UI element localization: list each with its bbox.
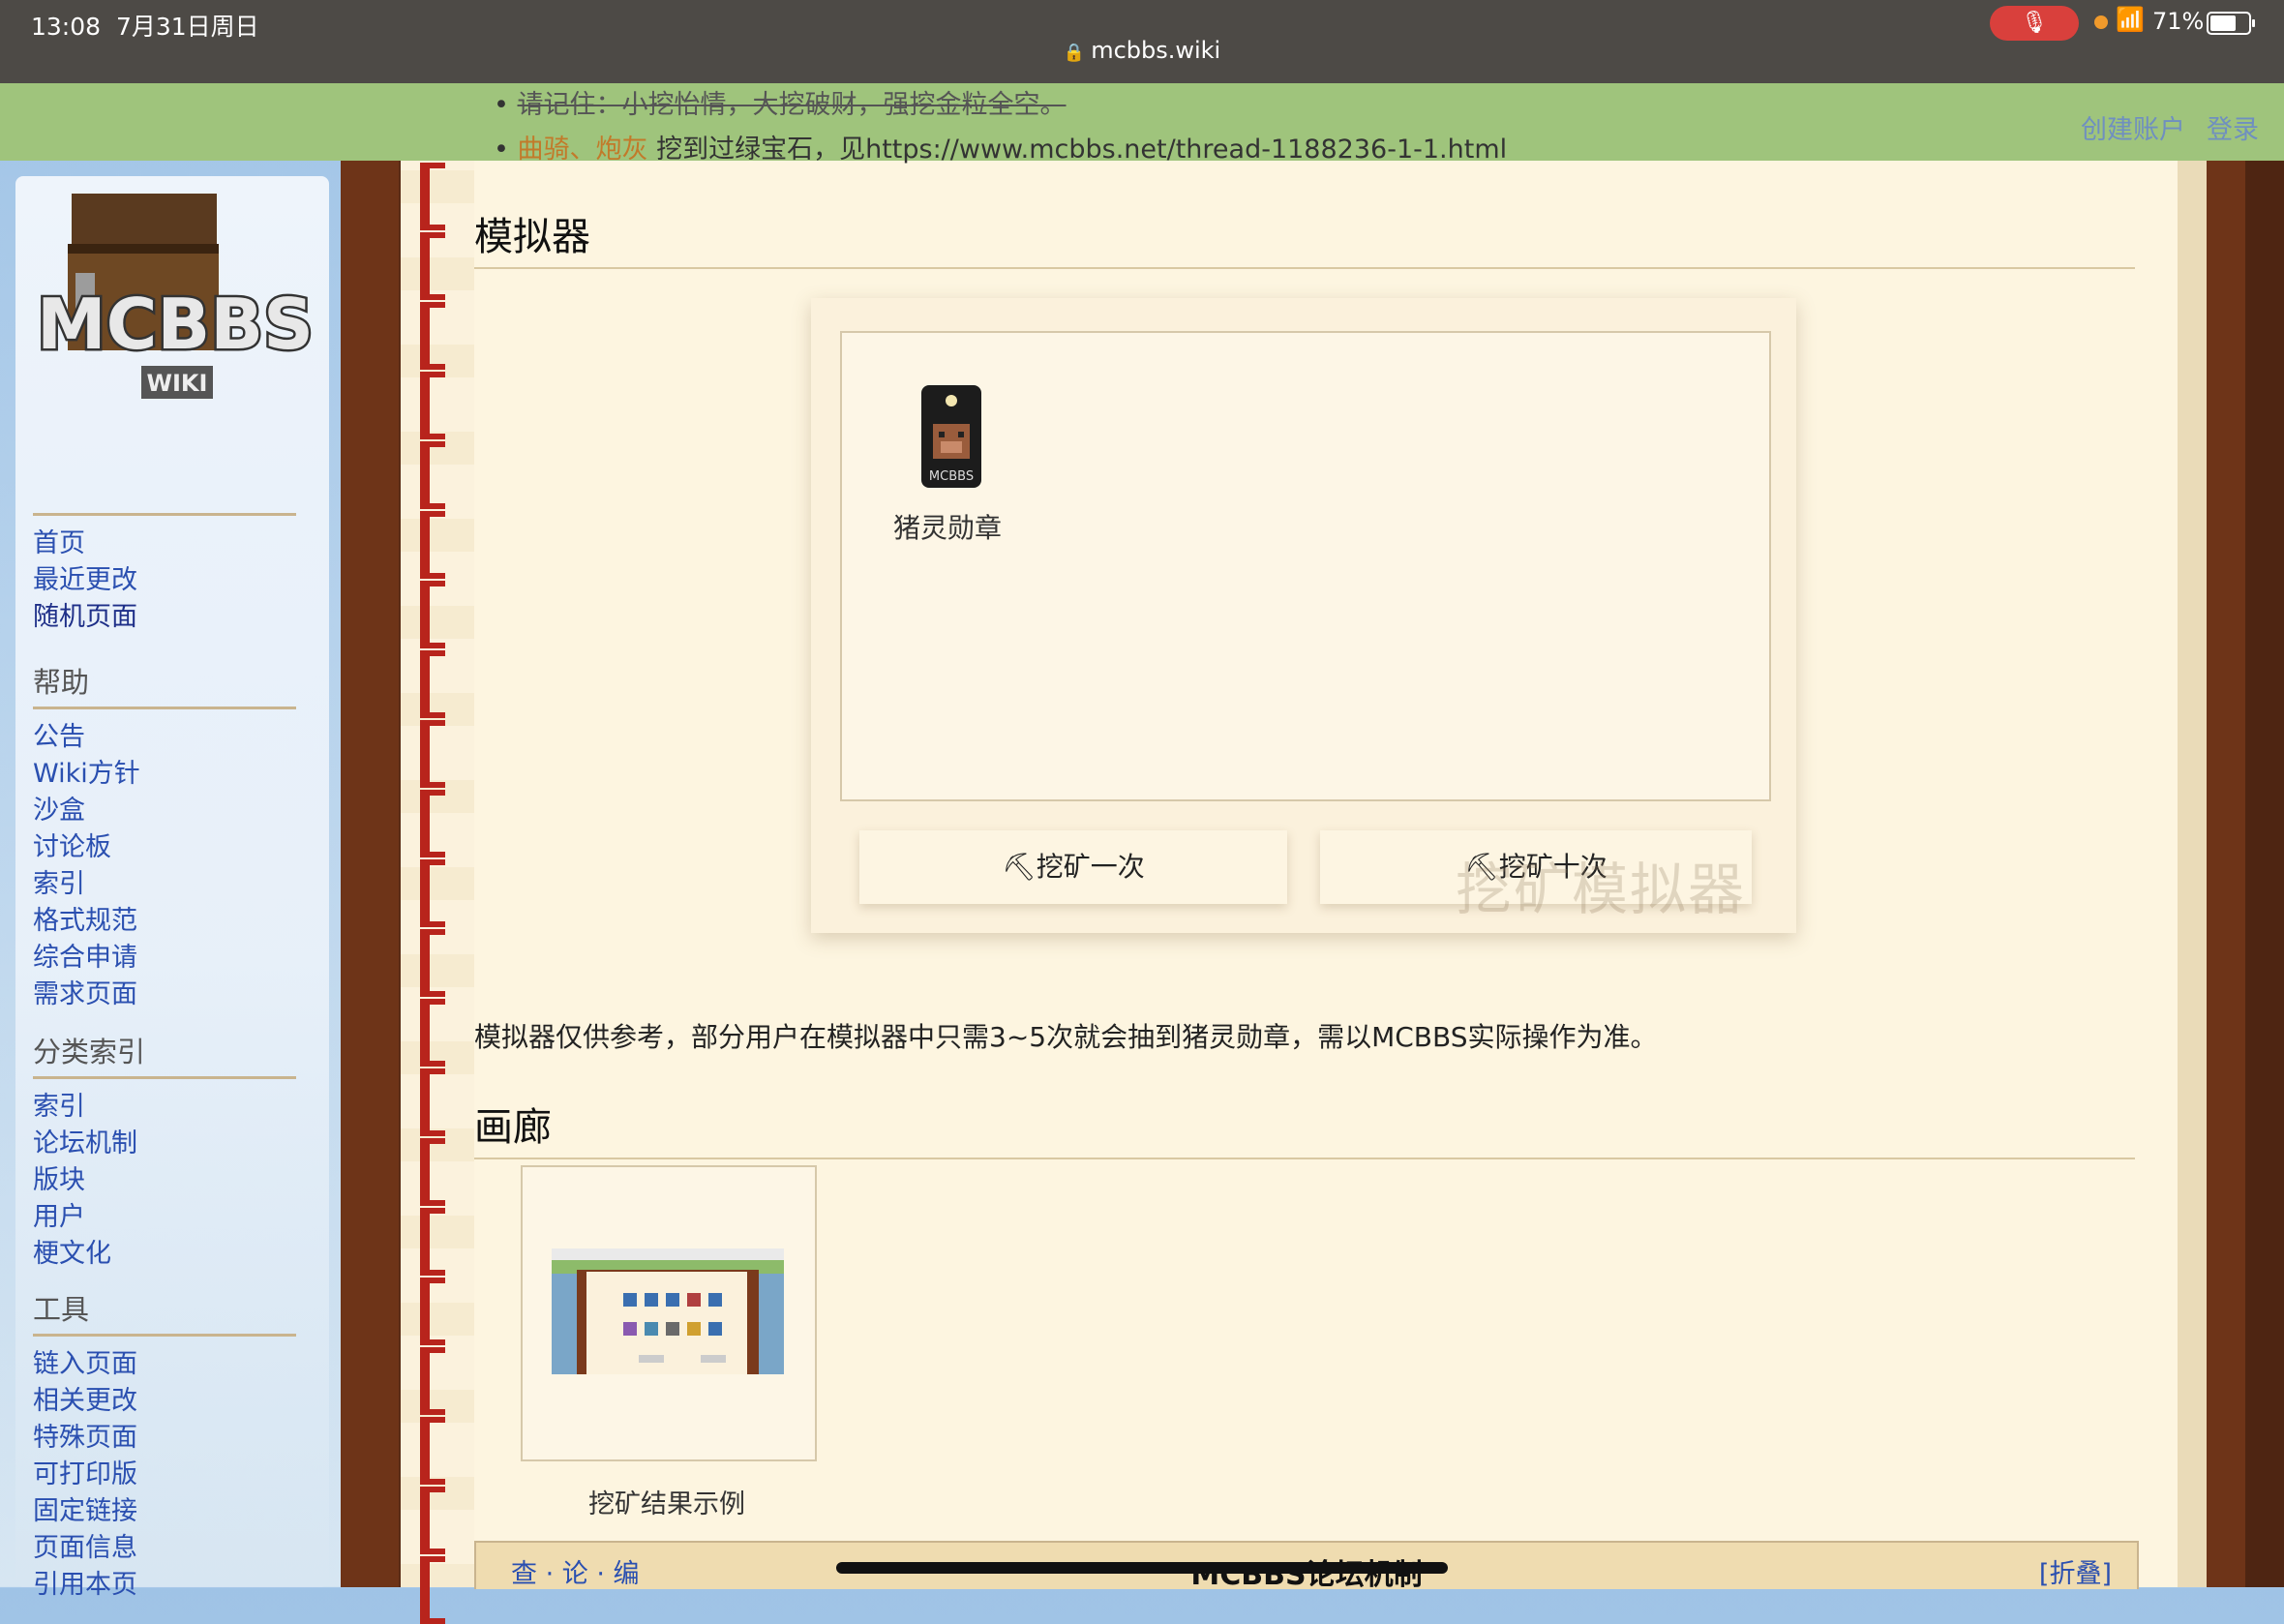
rope-mark [420, 1138, 445, 1206]
rope-mark [420, 1556, 445, 1624]
sidebar-item-recent-changes[interactable]: 最近更改 [33, 562, 296, 599]
rope-mark [420, 441, 445, 509]
sidebar-item-wiki-policy[interactable]: Wiki方针 [33, 756, 296, 793]
gallery-item[interactable] [521, 1165, 817, 1461]
sidebar-item-category-index[interactable]: 索引 [33, 1089, 296, 1126]
sidebar-item-printable-version[interactable]: 可打印版 [33, 1457, 296, 1493]
sidebar-help-heading: 帮助 [33, 660, 296, 709]
rope-mark [420, 302, 445, 370]
sidebar-item-forum-mechanics[interactable]: 论坛机制 [33, 1126, 296, 1162]
status-bar: 13:08 7月31日周日 🔒 mcbbs.wiki 🎙 📶 71% [0, 0, 2284, 83]
simulator-note: 模拟器仅供参考，部分用户在模拟器中只需3~5次就会抽到猪灵勋章，需以MCBBS实… [474, 1021, 1658, 1053]
rope-mark [420, 1068, 445, 1136]
sidebar-item-discussion-board[interactable]: 讨论板 [33, 829, 296, 866]
frame-border-right-outer [2245, 83, 2284, 1587]
rope-mark [420, 1417, 445, 1485]
logo-text: MCBBS [37, 284, 314, 365]
mcbbs-wiki-logo[interactable]: MCBBS WIKI [25, 176, 325, 437]
rope-mark [420, 650, 445, 718]
rope-mark [420, 1278, 445, 1345]
rope-mark [420, 859, 445, 927]
simulator-watermark: 挖矿模拟器 [1456, 857, 1747, 922]
rope-mark [420, 581, 445, 648]
rope-mark [420, 790, 445, 857]
sidebar-tools-heading: 工具 [33, 1287, 296, 1337]
address-bar[interactable]: 🔒 mcbbs.wiki [0, 37, 2284, 64]
sidebar-item-random-page[interactable]: 随机页面 [33, 599, 296, 636]
pickaxe-icon: ⛏ [1002, 851, 1037, 883]
battery-percent: 71% [2152, 8, 2205, 35]
separator: 、 [569, 135, 596, 165]
sidebar-item-what-links-here[interactable]: 链入页面 [33, 1346, 296, 1383]
list-item: 曲骑、炮灰 挖到过绿宝石，见https://www.mcbbs.net/thre… [494, 128, 1508, 172]
user-link-quqi[interactable]: 曲骑 [518, 135, 570, 165]
sidebar-help-section: 帮助 公告 Wiki方针 沙盒 讨论板 索引 格式规范 综合申请 需求页面 [33, 660, 296, 1013]
sidebar-item-users[interactable]: 用户 [33, 1199, 296, 1236]
rope-mark [420, 1208, 445, 1276]
home-indicator[interactable] [836, 1562, 1448, 1574]
sidebar-item-page-info[interactable]: 页面信息 [33, 1530, 296, 1567]
rope-mark [420, 999, 445, 1067]
sidebar-item-home[interactable]: 首页 [33, 526, 296, 562]
simulator-heading: 模拟器 [474, 205, 2135, 269]
mine-once-button[interactable]: ⛏挖矿一次 [859, 830, 1287, 904]
microphone-icon[interactable]: 🎙 [1990, 6, 2079, 41]
frame-border-right-inner [2178, 83, 2207, 1587]
sidebar-item-requested-pages[interactable]: 需求页面 [33, 977, 296, 1013]
sidebar-item-general-request[interactable]: 综合申请 [33, 940, 296, 977]
rope-mark [420, 232, 445, 300]
sidebar-main-nav: 首页 最近更改 随机页面 [33, 513, 296, 636]
frame-border-right [2207, 83, 2245, 1587]
rope-mark [420, 511, 445, 579]
frame-border-left [341, 83, 399, 1587]
user-link-paohui[interactable]: 炮灰 [596, 135, 648, 165]
rope-mark [420, 163, 445, 230]
sidebar-item-sandbox[interactable]: 沙盒 [33, 793, 296, 829]
lock-icon: 🔒 [1063, 43, 1086, 63]
sidebar-item-permanent-link[interactable]: 固定链接 [33, 1493, 296, 1530]
sidebar-item-related-changes[interactable]: 相关更改 [33, 1383, 296, 1420]
navbox-collapse-toggle[interactable]: [折叠] [2039, 1552, 2112, 1590]
create-account-link[interactable]: 创建账户 [2081, 115, 2185, 145]
rope-mark [420, 720, 445, 788]
rope-mark [420, 1487, 445, 1554]
sidebar-item-meme-culture[interactable]: 梗文化 [33, 1236, 296, 1273]
logo-subtitle: WIKI [147, 370, 208, 397]
badge-text: MCBBS [929, 469, 974, 484]
list-item: 请记住：小挖怡情，大挖破财，强挖金粒全空。 [494, 83, 1507, 128]
sidebar-item-cite-page[interactable]: 引用本页 [33, 1567, 296, 1604]
sidebar-item-index[interactable]: 索引 [33, 866, 296, 903]
strikethrough-tip: 请记住：小挖怡情，大挖破财，强挖金粒全空。 [517, 90, 1067, 120]
url-text: mcbbs.wiki [1091, 37, 1221, 64]
battery-icon [2207, 12, 2255, 35]
personal-tools: 创建账户 登录 [2059, 108, 2259, 146]
sidebar-item-announcement[interactable]: 公告 [33, 719, 296, 756]
gallery-caption: 挖矿结果示例 [588, 1489, 745, 1519]
rope-mark [420, 1347, 445, 1415]
gallery-heading: 画廊 [474, 1096, 2135, 1159]
tips-list: 请记住：小挖怡情，大挖破财，强挖金粒全空。 曲骑、炮灰 挖到过绿宝石，见http… [494, 83, 1508, 172]
sidebar-tools-section: 工具 链入页面 相关更改 特殊页面 可打印版 固定链接 页面信息 引用本页 [33, 1287, 296, 1604]
rope-mark [420, 929, 445, 997]
sidebar-item-special-pages[interactable]: 特殊页面 [33, 1420, 296, 1457]
login-link[interactable]: 登录 [2207, 115, 2259, 145]
wifi-icon: 📶 [2116, 6, 2145, 33]
sidebar-item-boards[interactable]: 版块 [33, 1162, 296, 1199]
sidebar-item-style-guide[interactable]: 格式规范 [33, 903, 296, 940]
recording-dot-icon [2094, 15, 2108, 29]
rope-mark [420, 372, 445, 439]
emerald-note: 挖到过绿宝石，见https://www.mcbbs.net/thread-118… [647, 135, 1508, 165]
piglin-badge-icon: MCBBS [921, 385, 981, 488]
sidebar-category-section: 分类索引 索引 论坛机制 版块 用户 梗文化 [33, 1030, 296, 1273]
badge-label: 猪灵勋章 [892, 512, 1002, 544]
sidebar-category-heading: 分类索引 [33, 1030, 296, 1079]
gallery-thumbnail[interactable] [552, 1248, 784, 1374]
